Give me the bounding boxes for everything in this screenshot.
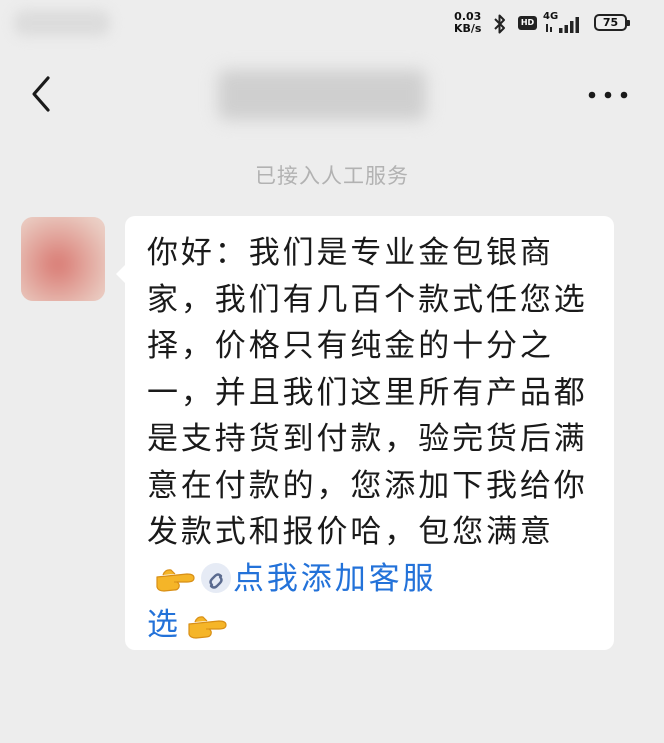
hd-voice-badge: HD: [518, 16, 537, 30]
pointing-right-hand-icon: [188, 615, 227, 639]
bluetooth-icon: [494, 14, 505, 34]
system-notice: 已接入人工服务: [255, 164, 409, 188]
network-speed: 0.03 KB/s: [454, 11, 481, 35]
pointing-right-hand-icon: [156, 569, 195, 592]
status-bar-left-blur: [14, 10, 110, 36]
signal-strength-icon: [546, 17, 579, 33]
link-glyph-icon: [209, 573, 223, 589]
status-bar: 0.03 KB/s HD 4G 75: [0, 0, 664, 50]
network-speed-unit: KB/s: [454, 22, 482, 35]
mini-program-link-icon[interactable]: [201, 563, 231, 593]
message-body: 你好：我们是专业金包银商家，我们有几百个款式任您选择，价格只有纯金的十分之一，并…: [147, 235, 588, 550]
add-customer-service-link[interactable]: 点我添加客服: [233, 561, 436, 597]
avatar-image-redacted: [21, 217, 105, 301]
back-button[interactable]: [20, 74, 64, 118]
message-text: 你好：我们是专业金包银商家，我们有几百个款式任您选择，价格只有纯金的十分之一，并…: [147, 230, 601, 649]
chat-header: [0, 60, 664, 130]
battery-indicator: 75: [594, 14, 630, 31]
chat-title-redacted: [218, 70, 426, 120]
add-customer-service-link-tail[interactable]: 选: [147, 607, 181, 643]
avatar[interactable]: [21, 217, 105, 301]
bubble-tail: [116, 264, 126, 284]
message-bubble[interactable]: 你好：我们是专业金包银商家，我们有几百个款式任您选择，价格只有纯金的十分之一，并…: [116, 216, 614, 650]
chevron-left-icon: [32, 76, 50, 112]
more-dots-icon: [588, 91, 628, 99]
more-options-button[interactable]: [582, 80, 634, 110]
